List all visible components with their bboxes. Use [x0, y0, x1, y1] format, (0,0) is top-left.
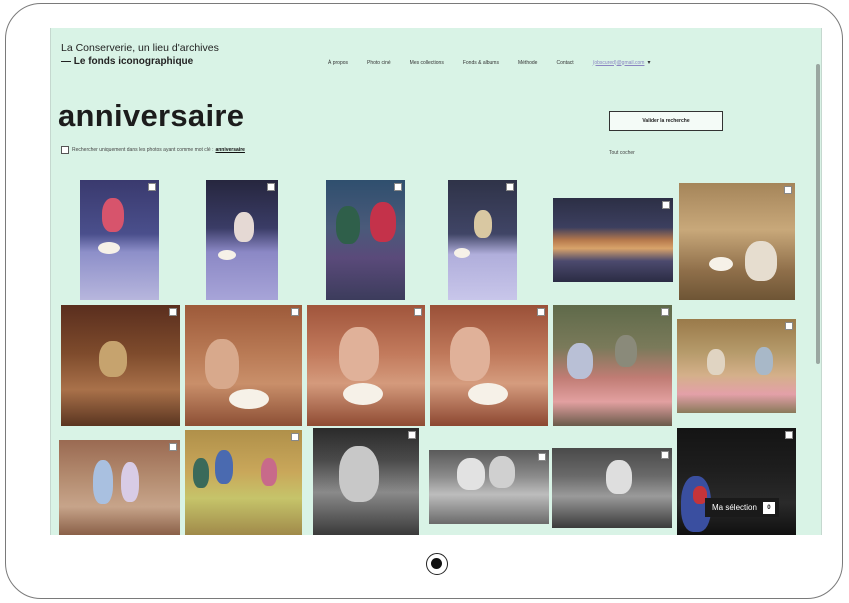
child-figure [370, 202, 396, 242]
birthday-photo-3[interactable] [326, 180, 405, 300]
photo-select-checkbox[interactable] [538, 453, 546, 461]
birthday-photo-14[interactable] [185, 430, 302, 535]
keyword-filter: Rechercher uniquement dans les photos ay… [61, 146, 245, 154]
child-figure [450, 327, 490, 381]
person-figure [339, 446, 379, 502]
child-figure [193, 458, 209, 488]
select-all-link[interactable]: Tout cocher [609, 150, 635, 156]
vertical-scrollbar[interactable] [816, 64, 820, 364]
birthday-photo-11[interactable] [553, 305, 672, 426]
birthday-photo-17[interactable] [552, 448, 672, 528]
child-figure [339, 327, 379, 381]
child-figure [615, 335, 637, 367]
child-figure [205, 339, 239, 389]
child-figure [567, 343, 593, 379]
photo-select-checkbox[interactable] [785, 322, 793, 330]
nav-item-a-propos[interactable]: À propos [328, 60, 348, 66]
birthday-photo-9[interactable] [307, 305, 425, 426]
nav-item-fonds-albums[interactable]: Fonds & albums [463, 60, 499, 66]
validate-search-button[interactable]: Valider la recherche [609, 111, 723, 131]
photo-select-checkbox[interactable] [408, 431, 416, 439]
nav-item-mes-collections[interactable]: Mes collections [410, 60, 444, 66]
keyword-filter-term[interactable]: anniversaire [215, 147, 244, 153]
nav-item-contact[interactable]: Contact [556, 60, 573, 66]
child-figure [93, 460, 113, 504]
user-account-link[interactable]: (obscured)@gmail.com [593, 60, 645, 66]
birthday-photo-16[interactable] [429, 450, 549, 524]
photo-select-checkbox[interactable] [785, 431, 793, 439]
photo-select-checkbox[interactable] [148, 183, 156, 191]
my-selection-label: Ma sélection [712, 503, 757, 512]
photo-select-checkbox[interactable] [414, 308, 422, 316]
birthday-photo-8[interactable] [185, 305, 302, 426]
child-figure [606, 460, 632, 494]
cake-shape [343, 383, 383, 405]
child-figure [234, 212, 254, 242]
child-figure [99, 341, 127, 377]
child-figure [121, 462, 139, 502]
cake-shape [709, 257, 733, 271]
child-figure [457, 458, 485, 490]
birthday-photo-4[interactable] [448, 180, 517, 300]
photo-select-checkbox[interactable] [662, 201, 670, 209]
nav-item-photo-cine[interactable]: Photo ciné [367, 60, 391, 66]
site-brand[interactable]: La Conserverie, un lieu d'archives — Le … [61, 42, 219, 68]
child-figure [755, 347, 773, 375]
photo-select-checkbox[interactable] [784, 186, 792, 194]
child-figure [745, 241, 777, 281]
photo-select-checkbox[interactable] [661, 451, 669, 459]
cake-shape [98, 242, 120, 254]
photo-select-checkbox[interactable] [169, 308, 177, 316]
photo-select-checkbox[interactable] [291, 308, 299, 316]
cake-shape [454, 248, 470, 258]
photo-select-checkbox[interactable] [661, 308, 669, 316]
child-figure [336, 206, 360, 244]
search-term-title: anniversaire [58, 98, 245, 133]
photo-select-checkbox[interactable] [169, 443, 177, 451]
photo-select-checkbox[interactable] [506, 183, 514, 191]
photo-select-checkbox[interactable] [394, 183, 402, 191]
birthday-photo-12[interactable] [677, 319, 796, 413]
cake-shape [218, 250, 236, 260]
birthday-photo-15[interactable] [313, 428, 419, 535]
photo-select-checkbox[interactable] [537, 308, 545, 316]
keyword-filter-label: Rechercher uniquement dans les photos ay… [72, 147, 214, 153]
cake-shape [229, 389, 269, 409]
child-figure [489, 456, 515, 488]
nav-item-methode[interactable]: Méthode [518, 60, 537, 66]
child-figure [102, 198, 124, 232]
birthday-photo-10[interactable] [430, 305, 548, 426]
birthday-photo-7[interactable] [61, 305, 180, 426]
birthday-photo-2[interactable] [206, 180, 278, 300]
site-section: — Le fonds iconographique [61, 56, 194, 67]
birthday-photo-13[interactable] [59, 440, 180, 535]
birthday-photo-5[interactable] [553, 198, 673, 282]
child-figure [474, 210, 492, 238]
home-button-icon[interactable] [426, 553, 448, 575]
photo-select-checkbox[interactable] [291, 433, 299, 441]
selection-count-badge: 0 [762, 501, 775, 514]
birthday-photo-18[interactable] [677, 428, 796, 535]
site-name: La Conserverie, un lieu d'archives [61, 42, 219, 54]
child-figure [707, 349, 725, 375]
child-figure [215, 450, 233, 484]
child-figure [261, 458, 277, 486]
chevron-down-icon[interactable]: ▾ [647, 59, 650, 66]
main-nav: À propos Photo ciné Mes collections Fond… [328, 59, 650, 67]
birthday-photo-1[interactable] [80, 180, 159, 300]
keyword-filter-checkbox[interactable] [61, 146, 69, 154]
screen: La Conserverie, un lieu d'archives — Le … [50, 28, 822, 535]
cake-shape [468, 383, 508, 405]
birthday-photo-6[interactable] [679, 183, 795, 300]
my-selection-button[interactable]: Ma sélection 0 [705, 498, 779, 517]
photo-select-checkbox[interactable] [267, 183, 275, 191]
